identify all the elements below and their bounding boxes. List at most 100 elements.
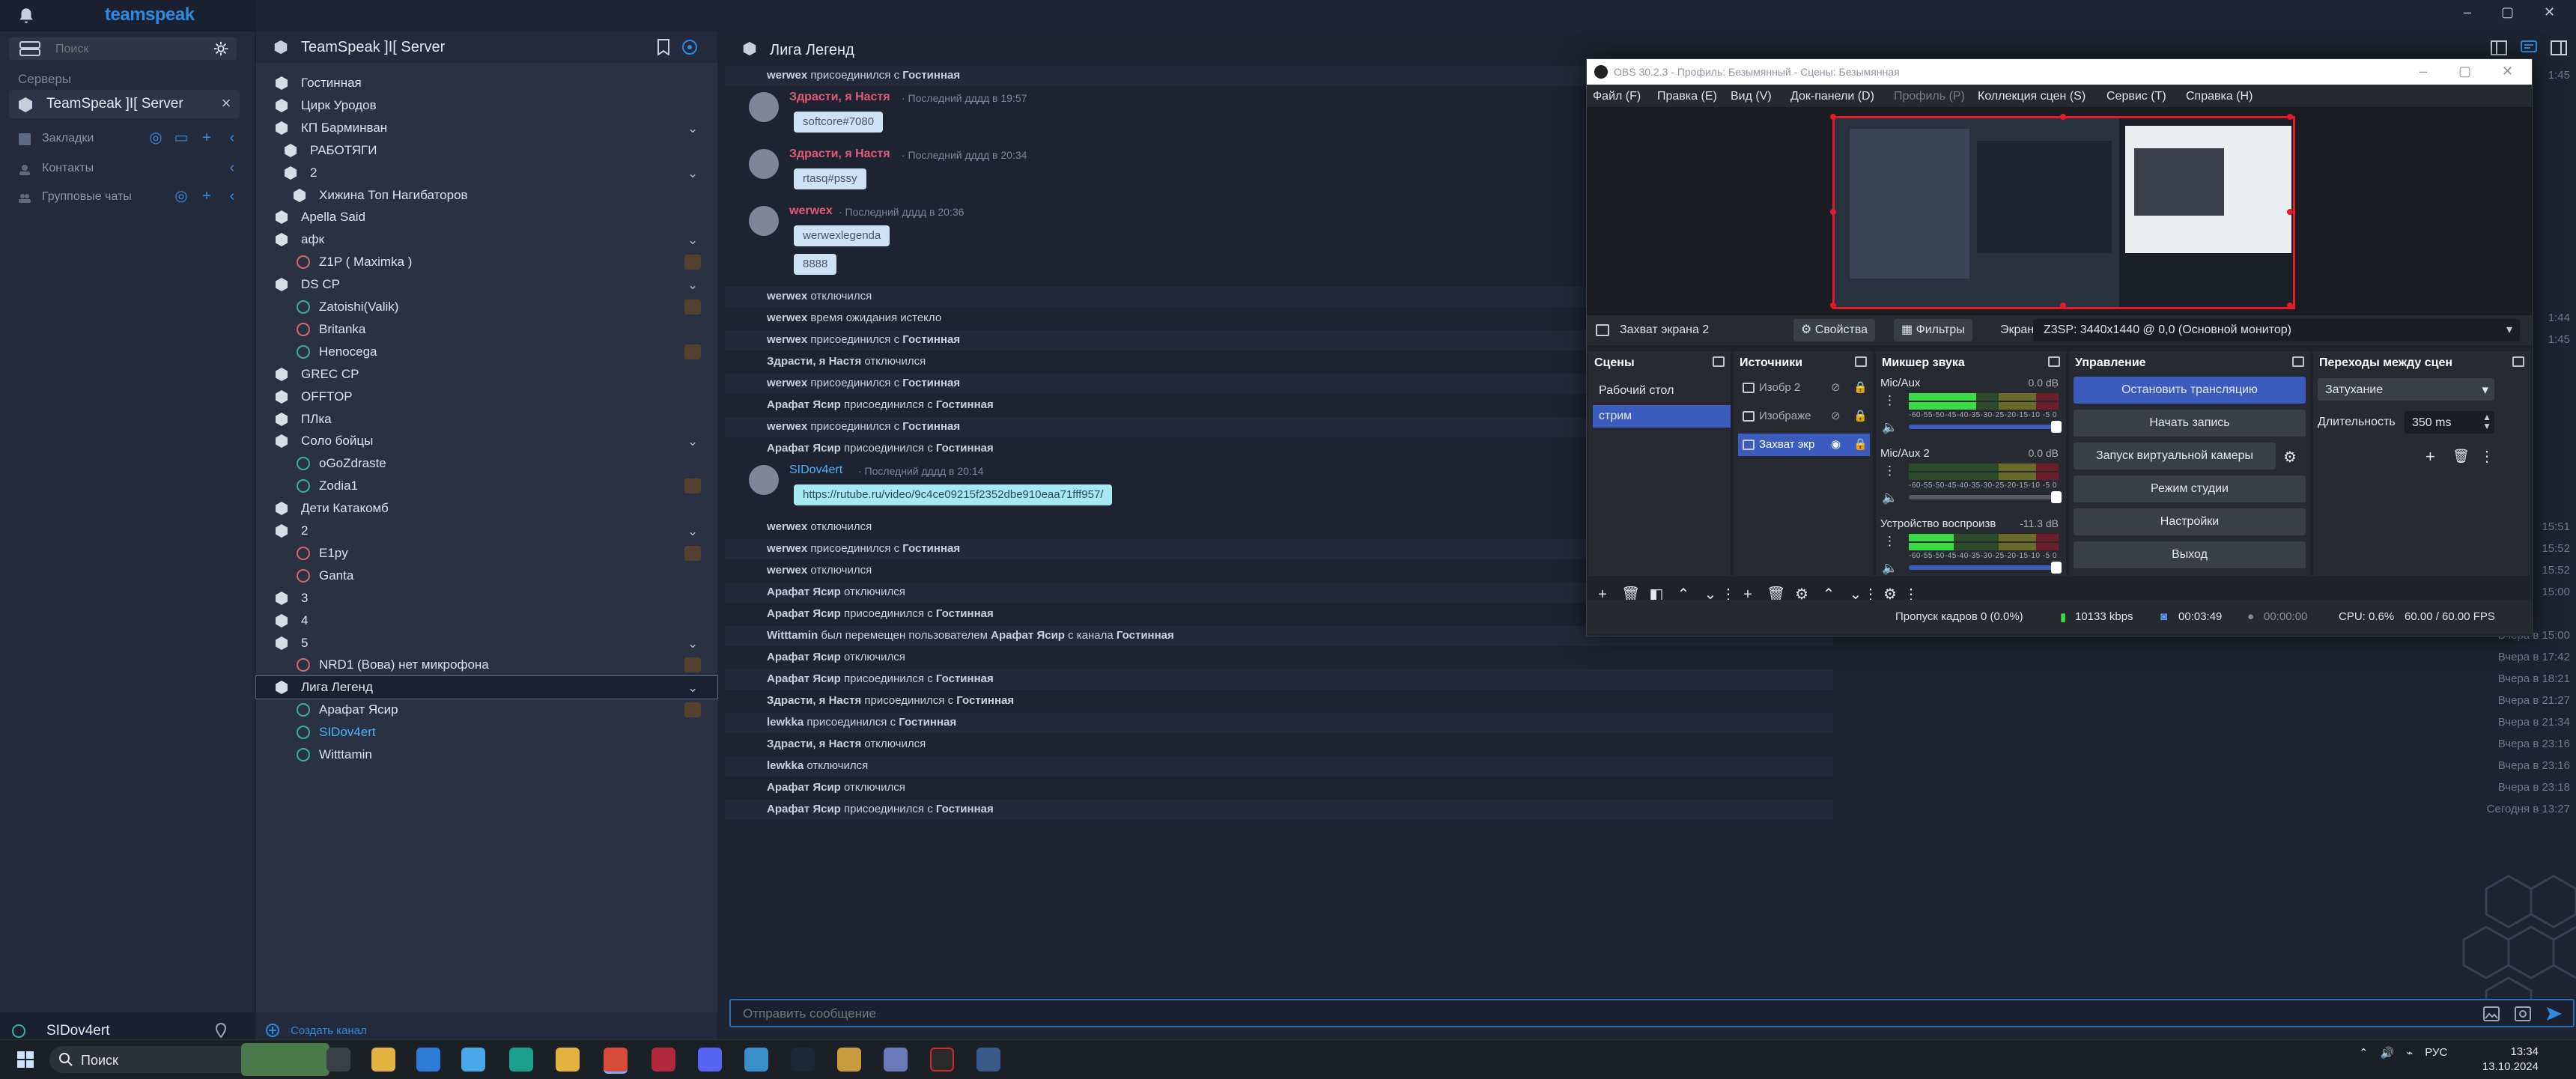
user-status-icon[interactable]	[12, 1024, 25, 1038]
message-link[interactable]: https://rutube.ru/video/9c4ce09215f2352d…	[794, 484, 1113, 505]
tree-channel-row[interactable]: афк ⌄	[256, 228, 717, 251]
event-user[interactable]: Гостинная	[956, 694, 1014, 707]
tree-channel-row[interactable]: РАБОТЯГИ	[256, 139, 717, 162]
add-channel-icon[interactable]	[265, 1023, 280, 1038]
event-user[interactable]: Арафат Ясир	[767, 607, 841, 620]
tree-channel-row[interactable]: 2 ⌄	[256, 520, 717, 542]
minimize-icon[interactable]: –	[2419, 64, 2427, 79]
bookmark-icon[interactable]	[656, 39, 671, 55]
event-user[interactable]: Гостинная	[902, 377, 960, 389]
taskbar-search[interactable]: Поиск	[49, 1043, 329, 1076]
tree-user-row[interactable]: Арафат Ясир	[256, 699, 717, 721]
close-icon[interactable]: ×	[217, 94, 235, 112]
chevron-left-icon[interactable]: ‹	[225, 189, 240, 204]
properties-button[interactable]: ⚙ Свойства	[1793, 319, 1876, 341]
event-user[interactable]: Арафат Ясир	[767, 398, 841, 411]
speaker-icon[interactable]: 🔈	[1882, 561, 1898, 576]
store-icon[interactable]	[371, 1048, 395, 1072]
server-list-icon[interactable]	[19, 41, 40, 56]
preview-capture[interactable]	[1830, 114, 2295, 309]
message-input[interactable]	[741, 1000, 2092, 1027]
obs-preview[interactable]	[1587, 107, 2532, 315]
lock-icon[interactable]: 🔒	[1853, 377, 1868, 399]
discord-icon[interactable]	[698, 1048, 722, 1072]
tree-channel-row[interactable]: Гостинная	[256, 72, 717, 94]
source-item[interactable]: Изобр 2 ⊘ 🔒	[1738, 377, 1870, 399]
resize-handle[interactable]	[1830, 209, 1836, 215]
server-settings-icon[interactable]	[681, 39, 698, 55]
event-user[interactable]: Арафат Ясир	[767, 672, 841, 685]
menu-docks[interactable]: Док-панели (D)	[1790, 90, 1874, 103]
event-user[interactable]: Арафат Ясир	[767, 803, 841, 815]
studio-mode-button[interactable]: Режим студии	[2074, 475, 2306, 502]
event-user[interactable]: Гостинная	[936, 442, 994, 455]
event-user[interactable]: Арафат Ясир	[767, 586, 841, 598]
message-author[interactable]: SIDov4ert	[789, 463, 842, 477]
message-author[interactable]: Здрасти, я Настя	[789, 91, 890, 104]
exit-button[interactable]: Выход	[2074, 541, 2306, 568]
speaker-icon[interactable]: 🔈	[1882, 420, 1898, 435]
connect-icon[interactable]: ◎	[174, 189, 189, 204]
duration-input[interactable]: 350 ms ▲ ▼	[2405, 411, 2494, 434]
more-icon[interactable]: ⋮	[2479, 447, 2494, 466]
chrome-icon[interactable]	[604, 1048, 628, 1074]
connect-icon[interactable]: ◎	[148, 130, 163, 145]
event-user[interactable]: werwex	[767, 290, 807, 303]
screen-select[interactable]: Z3SP: 3440x1440 @ 0,0 (Основной монитор)…	[2033, 319, 2520, 341]
undock-icon[interactable]	[2292, 356, 2304, 367]
event-user[interactable]: werwex	[767, 69, 807, 82]
obs-app-icon[interactable]	[930, 1048, 954, 1072]
lock-icon[interactable]: 🔒	[1853, 434, 1868, 456]
event-user[interactable]: Гостинная	[902, 542, 960, 555]
resize-handle[interactable]	[2287, 114, 2293, 120]
gif-icon[interactable]	[2515, 1006, 2531, 1021]
undock-icon[interactable]	[2512, 356, 2524, 367]
teamspeak-app-icon[interactable]	[744, 1048, 768, 1072]
stop-stream-button[interactable]: Остановить трансляцию	[2074, 377, 2306, 404]
tree-channel-row[interactable]: GREC CP	[256, 363, 717, 386]
menu-scene-collection[interactable]: Коллекция сцен (S)	[1978, 90, 2086, 103]
event-user[interactable]: Здрасти, я Настя	[767, 355, 861, 368]
tree-user-row[interactable]: Ganta	[256, 565, 717, 587]
tree-channel-row[interactable]: 5 ⌄	[256, 632, 717, 654]
chevron-up-icon[interactable]: ⌃	[2359, 1046, 2369, 1060]
event-user[interactable]: Арафат Ясир	[767, 651, 841, 663]
event-user[interactable]: werwex	[767, 564, 807, 577]
windows-start-icon[interactable]	[16, 1051, 34, 1069]
resize-handle[interactable]	[2060, 114, 2066, 120]
tree-user-row[interactable]: Henocega	[256, 341, 717, 363]
create-channel-link[interactable]: Создать канал	[291, 1024, 367, 1037]
slider-handle[interactable]	[2051, 562, 2062, 574]
tree-channel-row[interactable]: Цирк Уродов	[256, 94, 717, 117]
chevron-down-icon[interactable]: ⌄	[687, 524, 701, 538]
language-indicator[interactable]: РУС	[2425, 1046, 2447, 1060]
chevron-down-icon[interactable]: ⌄	[687, 278, 701, 292]
task-view-icon[interactable]	[326, 1048, 350, 1072]
mail-icon[interactable]	[416, 1048, 440, 1072]
settings-button[interactable]: Настройки	[2074, 508, 2306, 535]
source-item-selected[interactable]: Захват экр ◉ 🔒	[1738, 434, 1870, 456]
tree-channel-row[interactable]: Apella Said	[256, 206, 717, 228]
resize-handle[interactable]	[1830, 303, 1836, 308]
event-user[interactable]: Witttamin	[767, 629, 818, 642]
gear-icon[interactable]: ⚙	[2282, 449, 2298, 466]
minimize-icon[interactable]: –	[2464, 4, 2471, 20]
play-icon[interactable]	[461, 1048, 485, 1072]
maximize-icon[interactable]: ▢	[2458, 64, 2471, 79]
event-user[interactable]: Гостинная	[936, 607, 994, 620]
search-input[interactable]	[54, 37, 192, 61]
tree-channel-row[interactable]: 2 ⌄	[256, 162, 717, 184]
trash-icon[interactable]: 🗑	[2452, 449, 2470, 464]
muted-icon[interactable]: 🔈	[1882, 490, 1898, 505]
slider-handle[interactable]	[2051, 421, 2062, 433]
tree-channel-row[interactable]: Лига Легенд ⌄	[255, 675, 718, 700]
location-icon[interactable]	[214, 1023, 228, 1038]
avatar[interactable]	[749, 465, 779, 495]
undock-icon[interactable]	[2048, 356, 2060, 367]
folder-icon[interactable]	[556, 1048, 580, 1072]
more-icon[interactable]: ⋮	[1883, 534, 1896, 549]
avatar[interactable]	[749, 92, 779, 122]
event-user[interactable]: Гостинная	[902, 333, 960, 346]
stepper-icon[interactable]: ▲ ▼	[2482, 413, 2491, 431]
menu-profile[interactable]: Профиль (P)	[1894, 90, 1965, 103]
